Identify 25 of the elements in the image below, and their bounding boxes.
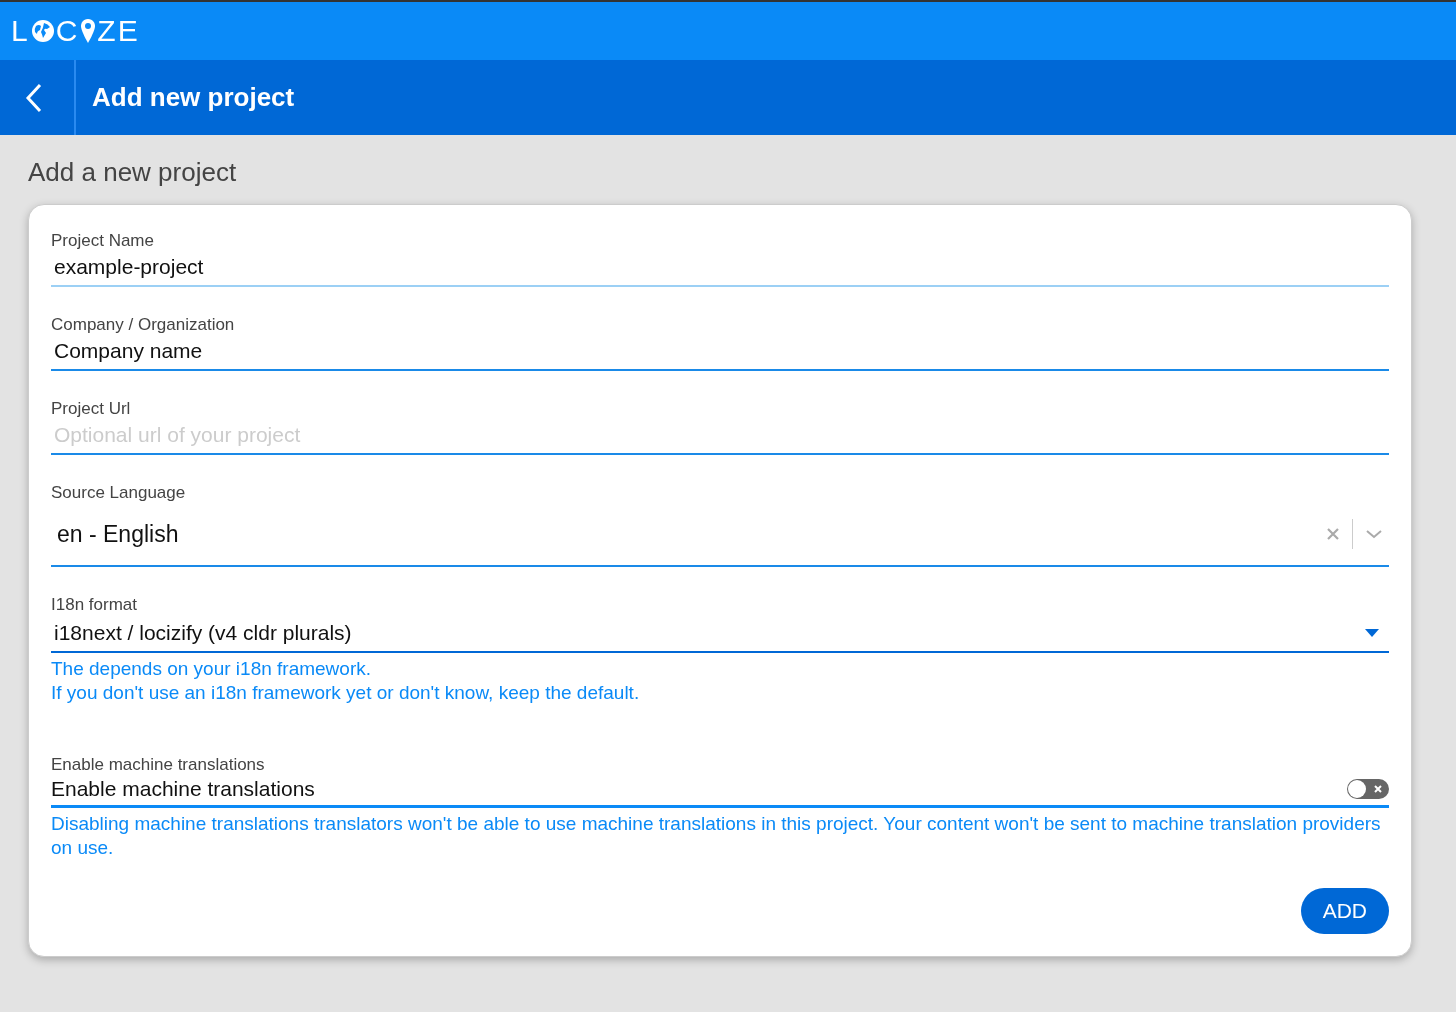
map-pin-icon (80, 18, 97, 44)
field-label: Enable machine translations (51, 755, 266, 775)
language-select[interactable]: en - English (51, 503, 1389, 567)
format-dropdown[interactable]: i18next / locizify (v4 cldr plurals) (51, 615, 1389, 653)
cross-icon (1374, 785, 1382, 793)
chevron-down-icon[interactable] (1365, 528, 1383, 540)
globe-icon (30, 19, 55, 43)
field-label: Source Language (51, 483, 187, 503)
header-title: Add new project (92, 82, 295, 113)
field-label: I18n format (51, 595, 138, 615)
logo-text: L (11, 14, 30, 48)
help-text: The depends on your i18n framework. (51, 657, 372, 681)
field-label: Company / Organization (51, 315, 236, 335)
clear-icon[interactable] (1326, 527, 1340, 541)
field-label: Project Name (51, 231, 155, 251)
toggle-switch[interactable] (1347, 779, 1389, 799)
toggle-label: Enable machine translations (51, 777, 315, 801)
add-button[interactable]: ADD (1300, 888, 1389, 934)
page-title: Add a new project (28, 157, 238, 188)
field-label: Project Url (51, 399, 132, 419)
caret-down-icon (1365, 629, 1379, 637)
help-text: Disabling machine translations translators won't be able to use machine translations in this project. Your content won't be sent to machine translation providers on use. (51, 812, 1382, 860)
logo-text: ZE (97, 14, 140, 48)
logo-text: C (55, 14, 80, 48)
help-text: If you don't use an i18n framework yet or don't know, keep the default. (51, 681, 641, 705)
